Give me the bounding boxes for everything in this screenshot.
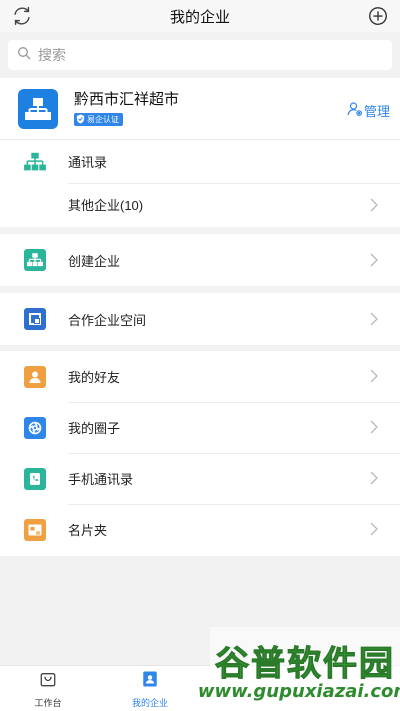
circles-label: 我的圈子 <box>68 421 121 436</box>
company-logo-icon <box>18 88 58 129</box>
other-companies-row[interactable]: 其他企业(10) <box>0 183 400 226</box>
tab-my-company[interactable]: 我的企业 <box>110 670 190 709</box>
contacts-icon <box>141 670 159 693</box>
page-title: 我的企业 <box>169 8 230 26</box>
phone-contacts-row[interactable]: 手机通讯录 <box>0 453 400 504</box>
phone-contacts-label: 手机通讯录 <box>68 472 134 487</box>
partner-card: 合作企业空间 <box>0 293 400 345</box>
tab-workbench[interactable]: 工作台 <box>8 670 88 709</box>
chevron-right-icon <box>370 369 378 383</box>
bag-icon <box>39 670 57 693</box>
refresh-icon[interactable] <box>10 4 34 28</box>
create-company-row[interactable]: 创建企业 <box>0 234 400 286</box>
card-icon <box>24 518 46 541</box>
org-chart-icon <box>24 249 46 271</box>
chevron-right-icon <box>370 420 378 434</box>
chevron-right-icon <box>370 471 378 485</box>
company-info: 黔西市汇祥超市 易企认证 <box>74 88 179 129</box>
chevron-right-icon <box>370 198 378 212</box>
watermark: 谷普软件园 www.gupuxiazai.com <box>198 627 400 711</box>
tab-my-company-label: 我的企业 <box>131 698 168 708</box>
top-bar: 我的企业 <box>0 0 400 32</box>
partner-space-row[interactable]: 合作企业空间 <box>0 293 400 345</box>
phone-book-icon <box>24 467 46 490</box>
shield-icon <box>76 111 85 129</box>
org-chart-icon <box>24 151 46 173</box>
contacts-row[interactable]: 通讯录 <box>0 140 400 183</box>
friends-row[interactable]: 我的好友 <box>0 351 400 402</box>
watermark-title: 谷普软件园 <box>215 644 395 685</box>
partner-space-label: 合作企业空间 <box>68 312 147 328</box>
person-icon <box>24 365 46 388</box>
search-input[interactable] <box>38 47 358 63</box>
add-circle-icon[interactable] <box>366 4 390 28</box>
building-icon <box>24 308 46 330</box>
chevron-right-icon <box>370 253 378 267</box>
card-holder-row[interactable]: 名片夹 <box>0 504 400 555</box>
contacts-label: 通讯录 <box>68 155 108 170</box>
circles-row[interactable]: 我的圈子 <box>0 402 400 453</box>
badge-label: 易企认证 <box>87 115 119 125</box>
search-icon <box>16 45 32 66</box>
search-area <box>0 32 400 78</box>
chevron-right-icon <box>370 522 378 536</box>
other-companies-label: 其他企业(10) <box>68 198 144 213</box>
watermark-url: www.gupuxiazai.com <box>197 681 400 702</box>
manage-button[interactable]: 管理 <box>346 100 390 121</box>
user-settings-icon <box>346 100 364 121</box>
aperture-icon <box>24 416 46 439</box>
company-card: 黔西市汇祥超市 易企认证 管理 通讯录 其他企业(10) <box>0 78 400 227</box>
create-company-card: 创建企业 <box>0 234 400 286</box>
search-box[interactable] <box>8 40 392 70</box>
friends-label: 我的好友 <box>68 370 121 385</box>
verified-badge: 易企认证 <box>74 111 123 129</box>
company-header[interactable]: 黔西市汇祥超市 易企认证 管理 <box>0 78 400 140</box>
create-company-label: 创建企业 <box>68 253 121 269</box>
tab-workbench-label: 工作台 <box>34 698 62 708</box>
chevron-right-icon <box>370 312 378 326</box>
manage-label: 管理 <box>363 104 390 119</box>
social-card: 我的好友 我的圈子 手机通讯录 名片夹 <box>0 351 400 556</box>
company-name: 黔西市汇祥超市 <box>74 91 180 109</box>
card-holder-label: 名片夹 <box>68 523 108 538</box>
